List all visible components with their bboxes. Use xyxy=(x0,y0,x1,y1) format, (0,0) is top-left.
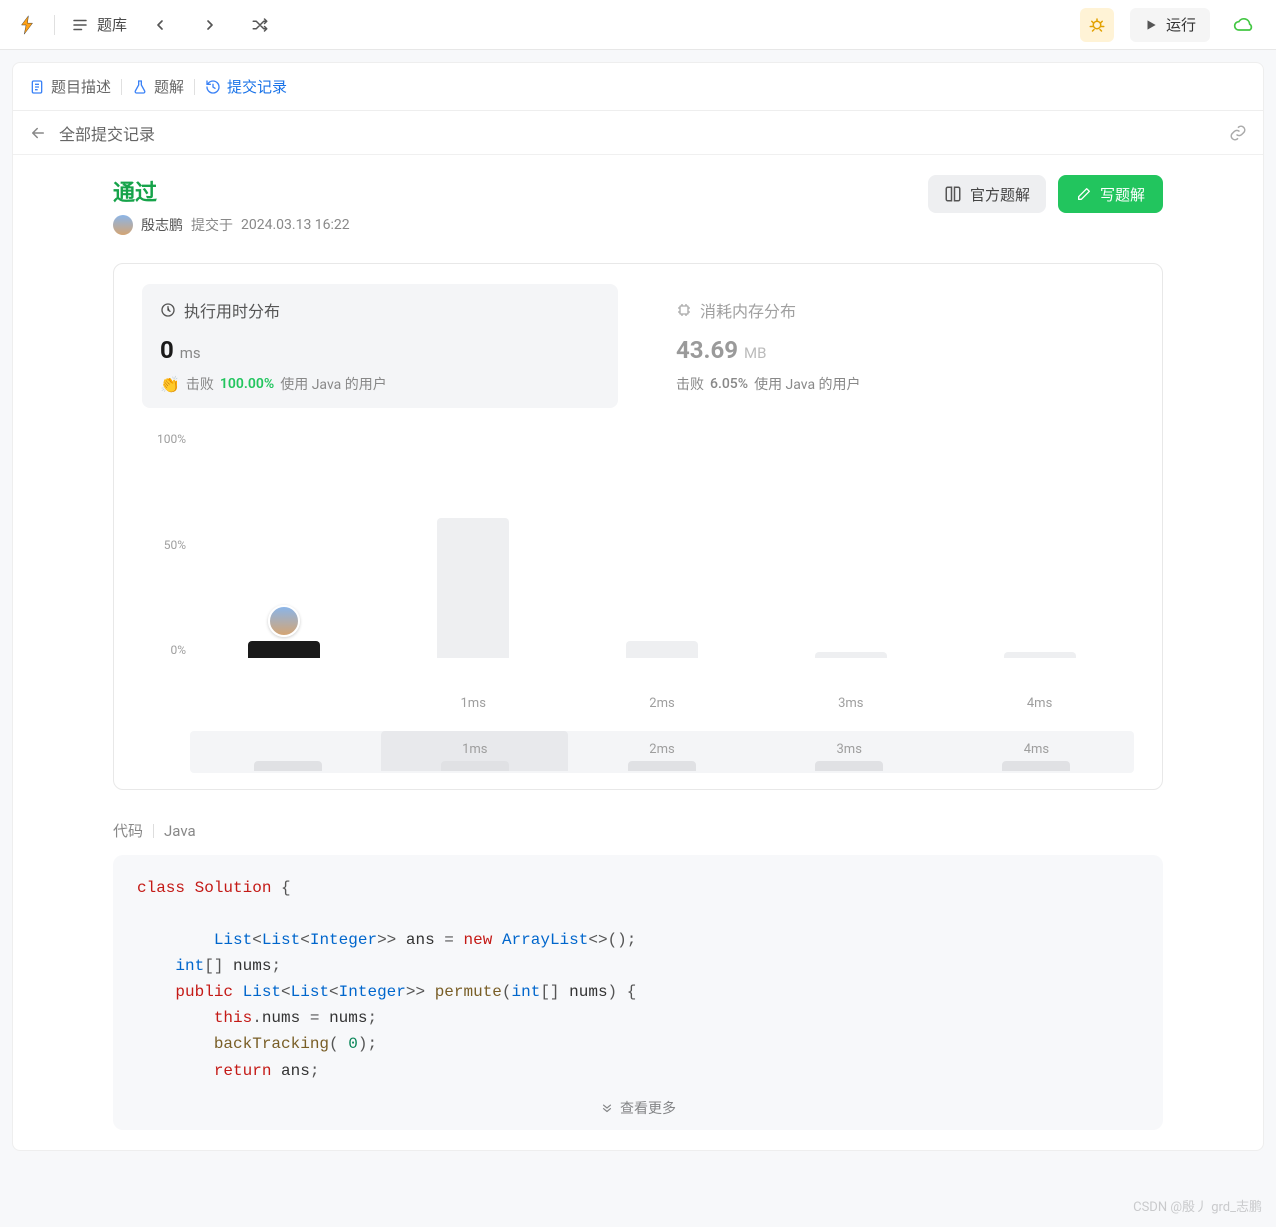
runtime-unit: ms xyxy=(180,344,201,362)
official-solution-label: 官方题解 xyxy=(970,184,1030,205)
clock-icon xyxy=(160,302,176,318)
x-label xyxy=(190,696,379,711)
memory-stat[interactable]: 消耗内存分布 43.69 MB 击败 6.05% 使用 Java 的用户 xyxy=(658,284,1134,408)
chart-scrubber[interactable]: 1ms2ms3ms4ms xyxy=(142,731,1134,773)
tab-solution-label: 题解 xyxy=(154,76,184,97)
beats-label: 击败 xyxy=(676,374,704,394)
username[interactable]: 殷志鹏 xyxy=(141,215,183,235)
memory-value: 43.69 xyxy=(676,336,738,364)
debug-button[interactable] xyxy=(1080,8,1114,42)
history-icon xyxy=(205,79,221,95)
next-problem-button[interactable] xyxy=(193,8,227,42)
run-button[interactable]: 运行 xyxy=(1130,8,1210,42)
scrubber-cell[interactable]: 4ms xyxy=(943,742,1130,771)
chart-bar[interactable] xyxy=(756,652,945,658)
tab-description[interactable]: 题目描述 xyxy=(29,76,111,97)
clap-icon: 👏 xyxy=(160,375,180,394)
runtime-title: 执行用时分布 xyxy=(184,298,280,322)
tab-solution[interactable]: 题解 xyxy=(132,76,184,97)
problem-list-button[interactable]: 题库 xyxy=(71,14,127,35)
scrubber-cell[interactable]: 2ms xyxy=(568,742,755,771)
divider xyxy=(153,824,154,838)
runtime-stat[interactable]: 执行用时分布 0 ms 👏 击败 100.00% 使用 Java 的用户 xyxy=(142,284,618,408)
scrubber-cell[interactable]: 3ms xyxy=(756,742,943,771)
submission-status: 通过 xyxy=(113,175,928,207)
code-block: class Solution { List<List<Integer>> ans… xyxy=(137,875,1139,1084)
chevron-left-icon xyxy=(152,17,168,33)
official-solution-button[interactable]: 官方题解 xyxy=(928,175,1046,213)
x-label: 4ms xyxy=(945,696,1134,711)
runtime-value: 0 xyxy=(160,336,174,364)
memory-beats-pct: 6.05% xyxy=(710,376,748,392)
code-label: 代码 xyxy=(113,820,143,841)
x-label: 2ms xyxy=(568,696,757,711)
avatar[interactable] xyxy=(113,215,133,235)
ytick-0: 0% xyxy=(142,643,186,657)
runtime-distribution-chart: 100% 50% 0% xyxy=(142,438,1134,688)
shuffle-icon xyxy=(251,16,269,34)
shuffle-button[interactable] xyxy=(243,8,277,42)
show-more-label: 查看更多 xyxy=(620,1098,676,1118)
code-panel: class Solution { List<List<Integer>> ans… xyxy=(113,855,1163,1130)
problem-list-label: 题库 xyxy=(97,14,127,35)
x-label: 1ms xyxy=(379,696,568,711)
list-icon xyxy=(71,16,89,34)
chart-bar[interactable] xyxy=(190,641,379,658)
document-icon xyxy=(29,79,45,95)
share-link-button[interactable] xyxy=(1229,124,1247,142)
play-icon xyxy=(1144,18,1158,32)
prev-problem-button[interactable] xyxy=(143,8,177,42)
flask-icon xyxy=(132,79,148,95)
x-label: 3ms xyxy=(756,696,945,711)
memory-unit: MB xyxy=(744,344,766,362)
divider xyxy=(194,79,195,95)
tab-submissions-label: 提交记录 xyxy=(227,76,287,97)
edit-icon xyxy=(1076,186,1092,202)
stats-card: 执行用时分布 0 ms 👏 击败 100.00% 使用 Java 的用户 xyxy=(113,263,1163,790)
users-suffix: 使用 Java 的用户 xyxy=(754,374,860,394)
all-submissions-label: 全部提交记录 xyxy=(59,121,155,145)
ytick-50: 50% xyxy=(142,538,186,552)
back-button[interactable] xyxy=(29,124,47,142)
write-solution-label: 写题解 xyxy=(1100,184,1145,205)
book-icon xyxy=(944,185,962,203)
write-solution-button[interactable]: 写题解 xyxy=(1058,175,1163,213)
memory-icon xyxy=(676,302,692,318)
tab-submissions[interactable]: 提交记录 xyxy=(205,76,287,97)
ytick-100: 100% xyxy=(142,432,186,446)
watermark: CSDN @殷丿 grd_志鹏 xyxy=(1133,1196,1262,1215)
submitted-at-prefix: 提交于 xyxy=(191,215,233,235)
chevrons-down-icon xyxy=(600,1101,614,1115)
code-language: Java xyxy=(164,822,196,840)
tab-description-label: 题目描述 xyxy=(51,76,111,97)
chart-bar[interactable] xyxy=(379,518,568,658)
leetcode-logo[interactable] xyxy=(16,14,38,36)
beats-label: 击败 xyxy=(186,374,214,394)
chevron-right-icon xyxy=(202,17,218,33)
chart-bar[interactable] xyxy=(945,652,1134,658)
divider xyxy=(121,79,122,95)
scrubber-cell[interactable] xyxy=(194,757,381,771)
submitted-at: 2024.03.13 16:22 xyxy=(241,217,350,233)
runtime-beats-pct: 100.00% xyxy=(220,376,274,392)
show-more-button[interactable]: 查看更多 xyxy=(137,1098,1139,1118)
memory-title: 消耗内存分布 xyxy=(700,298,796,322)
divider xyxy=(54,15,55,35)
user-avatar-marker xyxy=(268,605,300,637)
chart-bar[interactable] xyxy=(568,641,757,658)
users-suffix: 使用 Java 的用户 xyxy=(280,374,386,394)
run-label: 运行 xyxy=(1166,14,1196,35)
submit-button[interactable] xyxy=(1226,8,1260,42)
arrow-left-icon xyxy=(29,124,47,142)
bug-icon xyxy=(1088,16,1106,34)
cloud-upload-icon xyxy=(1233,15,1253,35)
scrubber-cell[interactable]: 1ms xyxy=(381,731,568,771)
link-icon xyxy=(1229,124,1247,142)
